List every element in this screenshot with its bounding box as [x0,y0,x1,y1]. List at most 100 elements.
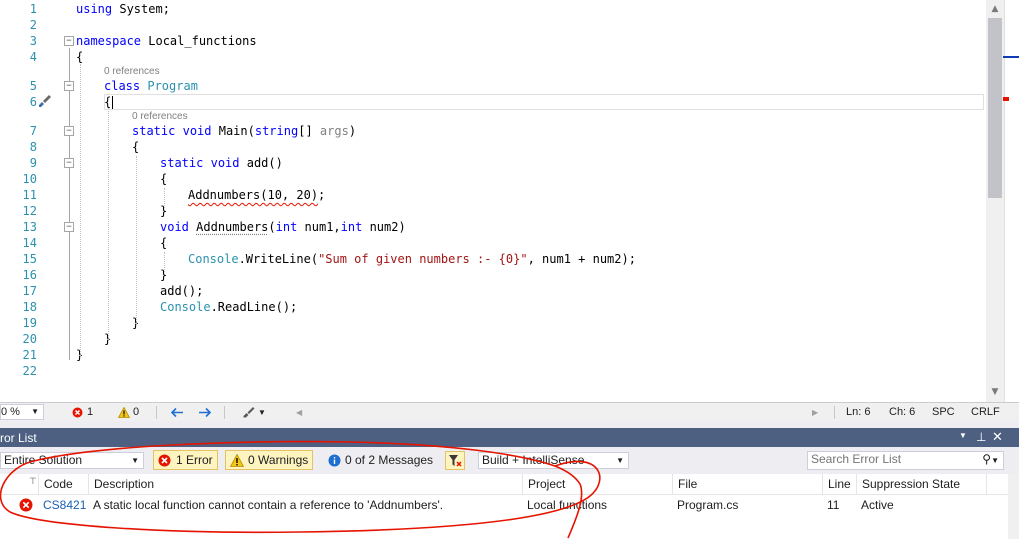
panel-splitter[interactable] [0,421,1019,428]
code-token: [] [298,124,320,138]
code-line[interactable]: 21} [0,347,985,363]
column-header-spacer [986,474,1008,494]
zoom-dropdown[interactable]: 0 % ▼ [0,404,44,420]
error-list-vertical-scrollbar[interactable] [1008,474,1019,539]
build-source-value: Build + IntelliSense [482,453,585,467]
codelens-references-class[interactable]: 0 references [104,66,160,78]
code-token: { [160,172,168,186]
messages-filter-button[interactable]: 0 of 2 Messages [322,450,438,470]
line-indicator[interactable]: Ln: 6 [846,405,870,420]
code-line[interactable]: 1 using System; [0,1,985,17]
code-line[interactable]: 7 static void Main(string[] args) [0,123,985,139]
whitespace-indicator[interactable]: SPC [932,405,955,420]
code-line[interactable]: 14 { [0,235,985,251]
error-code-link[interactable]: CS8421 [38,495,86,515]
chevron-down-icon[interactable]: ▼ [991,453,999,468]
codelens-references-main[interactable]: 0 references [132,111,188,123]
code-line[interactable]: 16} [0,267,985,283]
errors-filter-button[interactable]: 1 Error [153,450,218,470]
code-editor[interactable]: 1 using System; 2 3 namespace Local_function… [0,0,1019,402]
column-header-description[interactable]: Description [88,474,522,494]
warning-count[interactable]: 0 [133,405,139,420]
code-text[interactable]: using System; [76,1,170,17]
close-icon[interactable]: ✕ [992,429,1003,445]
navigate-forward-icon[interactable] [198,407,212,418]
column-header-suppression-state[interactable]: Suppression State [856,474,986,494]
code-line[interactable]: 3 namespace Local_functions [0,33,985,49]
fold-toggle-class[interactable]: − [64,81,74,91]
code-text[interactable]: add(); [160,283,203,299]
code-line[interactable]: 18 Console.ReadLine(); [0,299,985,315]
build-filter-toggle[interactable] [445,451,465,470]
code-text[interactable]: static void add() [160,155,283,171]
filter-icon[interactable]: ⊤ [29,471,37,491]
fold-toggle-namespace[interactable]: − [64,36,74,46]
build-source-dropdown[interactable]: Build + IntelliSense ▼ [478,452,629,469]
code-text[interactable]: { [160,171,167,187]
code-line[interactable]: 2 [0,17,985,33]
fold-toggle-main[interactable]: − [64,126,74,136]
scrollbar-thumb[interactable] [988,18,1002,198]
window-menu-dropdown-icon[interactable]: ▼ [959,431,967,440]
code-line[interactable]: 15 Console.WriteLine("Sum of given number… [0,251,985,267]
pin-icon[interactable]: ⊥ [976,430,986,444]
column-header-line[interactable]: Line [822,474,856,494]
code-text[interactable]: { [76,49,83,65]
column-header-project[interactable]: Project [522,474,672,494]
code-line[interactable]: 20} [0,331,985,347]
warnings-filter-button[interactable]: 0 Warnings [225,450,314,470]
code-text[interactable]: void Addnumbers(int num1,int num2) [160,219,406,235]
column-header-code[interactable]: Code [38,474,88,494]
column-header-severity[interactable]: ⊤ [0,474,38,494]
code-line[interactable]: 9 static void add() [0,155,985,171]
table-row[interactable]: CS8421 A static local function cannot co… [0,495,1008,515]
error-list-title-bar[interactable]: ror List ▼ ⊥ ✕ [0,428,1019,447]
line-number: 18 [22,300,37,314]
scrollbar-map[interactable] [1003,0,1019,402]
navigate-back-icon[interactable] [170,407,184,418]
code-text[interactable]: Addnumbers(10, 20); [188,187,325,203]
line-number: 14 [22,236,37,250]
code-text[interactable]: Console.ReadLine(); [160,299,297,315]
hscroll-left-arrow-icon[interactable]: ◀ [296,405,302,420]
code-line[interactable]: 22 [0,363,985,379]
search-error-list-box[interactable]: ⚲ ▼ [807,451,1004,470]
code-text[interactable]: namespace Local_functions [76,33,257,49]
scroll-down-arrow-icon[interactable]: ▼ [986,387,1004,397]
warning-count-icon[interactable] [118,407,130,418]
column-header-file[interactable]: File [672,474,822,494]
code-line[interactable]: 11 Addnumbers(10, 20); [0,187,985,203]
search-icon[interactable]: ⚲ [982,452,991,467]
code-cleanup-brush-icon[interactable] [243,406,255,418]
fold-toggle-addnumbers[interactable]: − [64,222,74,232]
code-text[interactable]: static void Main(string[] args) [132,123,356,139]
code-text[interactable]: { [160,235,167,251]
scroll-up-arrow-icon[interactable]: ▲ [986,4,1004,14]
code-line[interactable]: 13 void Addnumbers(int num1,int num2) [0,219,985,235]
code-text[interactable]: { [132,139,139,155]
hscroll-right-arrow-icon[interactable]: ▶ [812,405,818,420]
line-ending-indicator[interactable]: CRLF [971,405,1000,420]
editor-vertical-scrollbar[interactable]: ▲ ▼ [986,0,1004,402]
chevron-down-icon[interactable]: ▼ [258,405,266,420]
code-line[interactable]: 12} [0,203,985,219]
code-text[interactable]: Console.WriteLine("Sum of given numbers … [188,251,636,267]
search-error-list-input[interactable] [811,452,971,466]
scope-dropdown[interactable]: Entire Solution ▼ [0,452,144,469]
code-line[interactable]: 8{ [0,139,985,155]
zoom-level: 0 % [1,406,20,418]
quick-actions-brush-icon[interactable] [38,94,52,108]
code-line[interactable]: 4{ [0,49,985,65]
code-token: string [254,124,299,138]
error-count[interactable]: 1 [87,405,93,420]
column-indicator[interactable]: Ch: 6 [889,405,915,420]
line-number: 15 [22,252,37,266]
code-line[interactable]: 5 class Program [0,78,985,94]
code-line[interactable]: 17 add(); [0,283,985,299]
code-line[interactable]: 19} [0,315,985,331]
code-line[interactable]: 10 { [0,171,985,187]
error-count-icon[interactable] [72,407,83,418]
fold-toggle-add[interactable]: − [64,158,74,168]
code-text[interactable]: class Program [104,78,198,94]
